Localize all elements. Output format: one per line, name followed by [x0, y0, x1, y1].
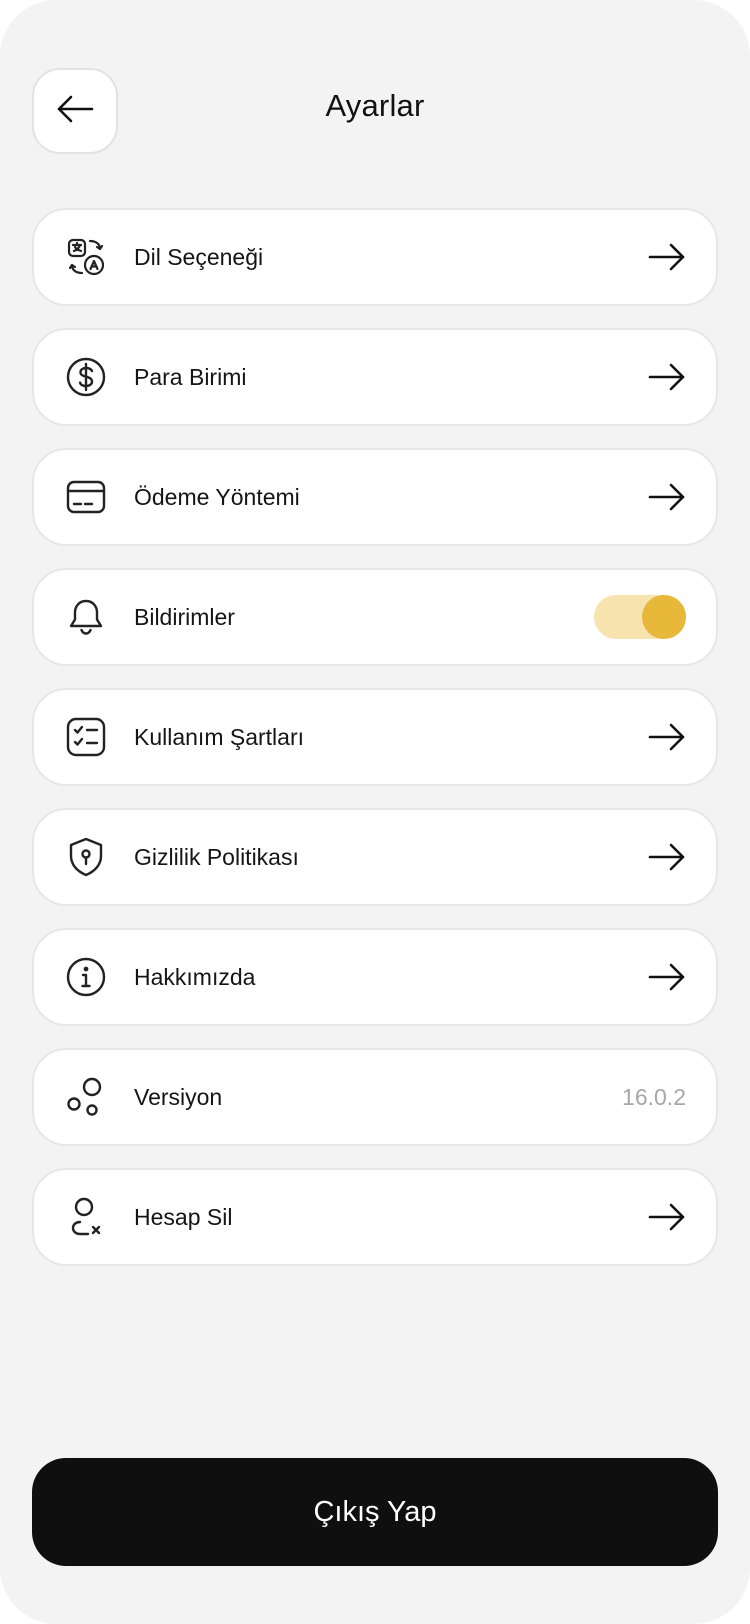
bell-icon — [66, 597, 106, 637]
settings-item-privacy-policy[interactable]: Gizlilik Politikası — [32, 808, 718, 906]
arrow-right-icon — [648, 242, 686, 272]
settings-item-terms-of-use[interactable]: Kullanım Şartları — [32, 688, 718, 786]
page-title: Ayarlar — [325, 88, 425, 123]
arrow-right-icon — [648, 1202, 686, 1232]
settings-screen: Ayarlar Dil Seçeneği Para Birimi Ödeme Y… — [0, 0, 750, 1624]
settings-item-label: Ödeme Yöntemi — [134, 483, 300, 510]
settings-item-payment-method[interactable]: Ödeme Yöntemi — [32, 448, 718, 546]
settings-item-label: Para Birimi — [134, 363, 247, 390]
info-circle-icon — [66, 957, 106, 997]
settings-item-about[interactable]: Hakkımızda — [32, 928, 718, 1026]
settings-list: Dil Seçeneği Para Birimi Ödeme Yöntemi B… — [32, 208, 718, 1266]
logout-button[interactable]: Çıkış Yap — [32, 1458, 718, 1566]
dollar-circle-icon — [66, 357, 106, 397]
settings-item-delete-account[interactable]: Hesap Sil — [32, 1168, 718, 1266]
arrow-right-icon — [648, 962, 686, 992]
settings-item-label: Kullanım Şartları — [134, 723, 305, 750]
notifications-toggle[interactable] — [594, 595, 686, 639]
settings-item-label: Hakkımızda — [134, 963, 256, 990]
arrow-right-icon — [648, 482, 686, 512]
user-remove-icon — [66, 1197, 106, 1237]
settings-item-version: Versiyon 16.0.2 — [32, 1048, 718, 1146]
credit-card-icon — [66, 477, 106, 517]
arrow-right-icon — [648, 362, 686, 392]
settings-item-currency[interactable]: Para Birimi — [32, 328, 718, 426]
settings-item-notifications: Bildirimler — [32, 568, 718, 666]
settings-item-label: Dil Seçeneği — [134, 243, 264, 270]
settings-item-label: Hesap Sil — [134, 1203, 233, 1230]
settings-item-label: Bildirimler — [134, 603, 235, 630]
version-value: 16.0.2 — [622, 1083, 686, 1110]
language-translate-icon — [66, 237, 106, 277]
checklist-icon — [66, 717, 106, 757]
toggle-knob — [642, 595, 686, 639]
arrow-right-icon — [648, 722, 686, 752]
settings-item-label: Gizlilik Politikası — [134, 843, 299, 870]
arrow-right-icon — [648, 842, 686, 872]
circles-icon — [66, 1077, 106, 1117]
shield-keyhole-icon — [66, 837, 106, 877]
settings-item-label: Versiyon — [134, 1083, 223, 1110]
settings-item-language[interactable]: Dil Seçeneği — [32, 208, 718, 306]
